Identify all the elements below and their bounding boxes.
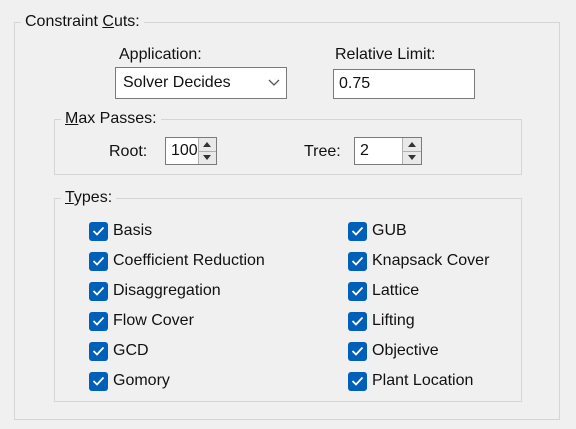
root-spinner[interactable]: 100 [165,137,217,165]
tree-spinner[interactable]: 2 [354,137,422,165]
arrow-down-icon [203,155,212,161]
tree-decrement-button[interactable] [403,152,421,165]
checkbox-gcd[interactable]: GCD [89,339,149,363]
checkmark-icon [89,281,108,301]
arrow-down-icon [408,155,416,161]
checkbox-disaggregation[interactable]: Disaggregation [89,279,221,303]
tree-spinner-arrows [402,138,421,164]
types-legend: Types: [61,188,117,208]
checkbox-label: Disaggregation [113,282,221,299]
checkmark-icon [89,341,108,361]
checkbox-flow-cover[interactable]: Flow Cover [89,309,194,333]
checkbox-gub[interactable]: GUB [348,219,407,243]
checkmark-icon [89,221,108,241]
checkbox-label: Lattice [372,282,420,299]
relative-limit-label: Relative Limit: [335,46,436,63]
checkmark-icon [89,311,108,331]
checkmark-icon [348,341,367,361]
root-value: 100 [171,142,198,159]
checkmark-icon [348,311,367,331]
application-label: Application: [119,46,202,63]
relative-limit-input[interactable]: 0.75 [333,69,475,99]
checkmark-icon [89,371,108,391]
checkbox-plant-location[interactable]: Plant Location [348,369,473,393]
checkmark-icon [348,281,367,301]
checkbox-label: Plant Location [372,372,474,389]
checkbox-coefficient-reduction[interactable]: Coefficient Reduction [89,249,265,273]
checkbox-label: Lifting [372,312,415,329]
checkmark-icon [89,251,108,271]
checkmark-icon [348,251,367,271]
application-value: Solver Decides [123,74,231,91]
tree-value: 2 [360,142,369,159]
checkbox-gomory[interactable]: Gomory [89,369,170,393]
checkbox-label: Flow Cover [113,312,194,329]
arrow-up-icon [408,141,416,147]
tree-label: Tree: [304,143,341,160]
checkbox-knapsack-cover[interactable]: Knapsack Cover [348,249,489,273]
checkbox-label: Knapsack Cover [372,252,490,269]
checkmark-icon [348,221,367,241]
checkbox-lifting[interactable]: Lifting [348,309,415,333]
checkbox-label: GCD [113,342,149,359]
checkbox-label: Objective [372,342,439,359]
checkbox-label: Coefficient Reduction [113,252,265,269]
checkmark-icon [348,371,367,391]
root-label: Root: [109,143,148,160]
checkbox-objective[interactable]: Objective [348,339,439,363]
checkbox-label: Basis [113,222,153,239]
root-spinner-arrows [197,138,216,165]
arrow-up-icon [203,141,212,147]
root-decrement-button[interactable] [199,152,216,165]
max-passes-legend: Max Passes: [61,109,161,129]
application-select[interactable]: Solver Decides [115,67,287,99]
constraint-cuts-legend: Constraint Cuts: [21,12,144,32]
checkbox-label: Gomory [113,372,170,389]
chevron-down-icon [262,68,286,98]
tree-increment-button[interactable] [403,138,421,152]
root-increment-button[interactable] [198,138,216,152]
checkbox-lattice[interactable]: Lattice [348,279,419,303]
checkbox-basis[interactable]: Basis [89,219,152,243]
checkbox-label: GUB [372,222,407,239]
